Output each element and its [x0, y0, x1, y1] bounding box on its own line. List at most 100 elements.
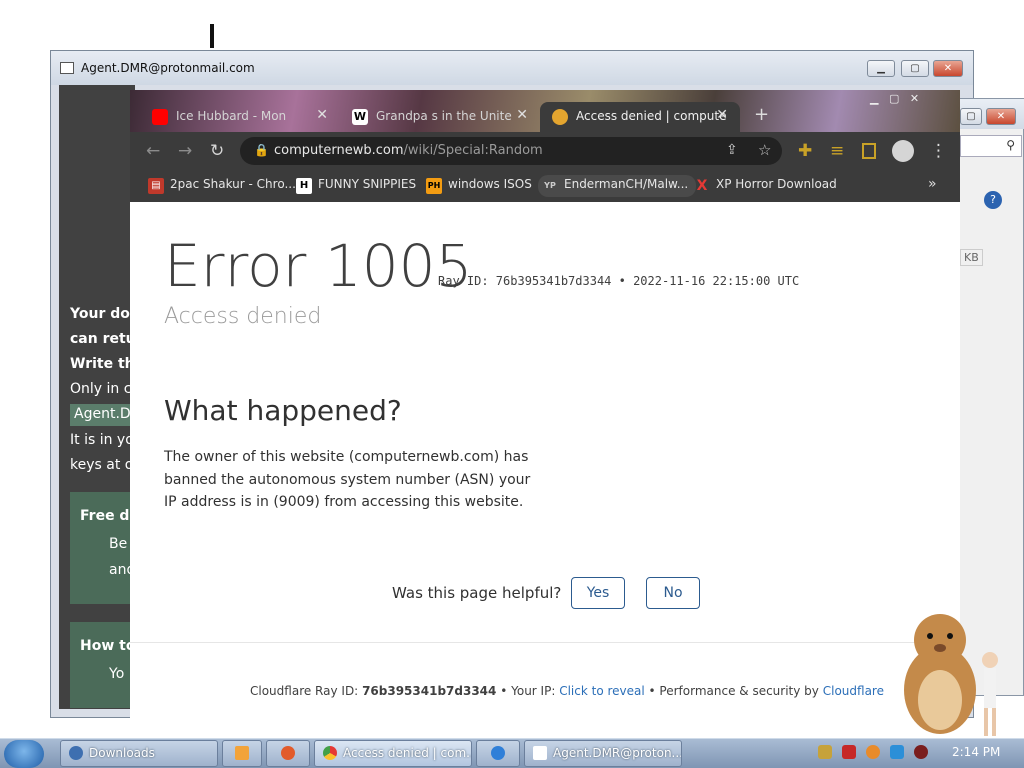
taskbar-item-active[interactable]: Access denied | com...: [314, 740, 472, 767]
wikipedia-icon: W: [352, 109, 368, 125]
bookmark-star-icon[interactable]: ☆: [758, 141, 771, 159]
menu-icon[interactable]: ⋮: [930, 141, 947, 161]
close-tab-icon[interactable]: ✕: [516, 107, 528, 123]
tray-icon[interactable]: [914, 745, 928, 759]
how-to-box: How to Yo: [70, 622, 132, 708]
chrome-icon: [323, 746, 337, 760]
x-icon: X: [696, 178, 708, 194]
bookmarks-bar: ▤ 2pac Shakur - Chro... H FUNNY SNIPPIES P…: [130, 170, 960, 202]
url-path: /wiki/Special:Random: [403, 143, 543, 158]
bookmark[interactable]: X XP Horror Download: [694, 177, 837, 197]
bookmark-label: XP Horror Download: [716, 177, 837, 191]
bookmark-label: EndermanCH/Malw...: [564, 177, 689, 191]
size-label: KB: [960, 249, 983, 266]
youtube-icon: [152, 109, 168, 125]
h-icon: H: [296, 178, 312, 194]
media-icon[interactable]: ≡: [830, 141, 844, 161]
taskbar: Downloads Access denied | com... Agent.D…: [0, 738, 1024, 768]
url-host: computernewb.com: [274, 143, 404, 158]
tab-strip: Ice Hubbard - Mon ✕ W Grandpa s in the U…: [130, 90, 960, 132]
window-controls[interactable]: ▁ ▢ ✕: [870, 92, 919, 105]
bookmark[interactable]: H FUNNY SNIPPIES: [296, 177, 416, 197]
tray-icon[interactable]: [842, 745, 856, 759]
close-button[interactable]: ✕: [933, 60, 963, 77]
taskbar-label: Agent.DMR@proton...: [553, 746, 682, 760]
ph-icon: PH: [426, 178, 442, 194]
app-icon: [281, 746, 295, 760]
bookmark-label: windows ISOS: [448, 177, 532, 191]
bookmarks-overflow[interactable]: »: [928, 176, 937, 192]
note-line: Your do: [70, 306, 130, 322]
help-icon[interactable]: ?: [984, 191, 1002, 209]
reload-icon[interactable]: ↻: [210, 141, 224, 161]
tray-icon[interactable]: [890, 745, 904, 759]
tab[interactable]: W Grandpa s in the Unite ✕: [340, 102, 540, 132]
search-input[interactable]: ⚲: [960, 135, 1022, 157]
taskbar-item[interactable]: Agent.DMR@proton...: [524, 740, 682, 767]
tab-active[interactable]: Access denied | compute ✕: [540, 102, 740, 132]
tab-label: Access denied | compute: [576, 109, 727, 123]
profile-icon[interactable]: [892, 140, 914, 162]
bookmark-label: FUNNY SNIPPIES: [318, 177, 417, 191]
bookmark-label: 2pac Shakur - Chro...: [170, 177, 296, 191]
note-line: can retu: [70, 331, 136, 347]
note-line: Write th: [70, 356, 135, 372]
box-title: Free d: [80, 508, 130, 524]
divider: [130, 642, 960, 643]
start-button[interactable]: [4, 740, 44, 768]
toolbar: ← → ↻ 🔒 computernewb.com/wiki/Special:Ra…: [130, 132, 960, 170]
window-icon: [60, 62, 74, 74]
taskbar-item[interactable]: Downloads: [60, 740, 218, 767]
footer-ip-label: • Your IP:: [500, 684, 556, 698]
bookmark-hovered[interactable]: YP EndermanCH/Malw...: [538, 175, 697, 197]
explanation-text: The owner of this website (computernewb.…: [164, 449, 531, 510]
taskbar-item[interactable]: [266, 740, 310, 767]
window-icon: [533, 746, 547, 760]
share-icon[interactable]: ⇪: [726, 142, 738, 158]
hamster-mascot: [904, 614, 998, 736]
side-panel-icon[interactable]: [862, 143, 876, 159]
close-button[interactable]: ✕: [986, 108, 1016, 125]
footer-ray-label: Cloudflare Ray ID:: [250, 684, 359, 698]
yp-icon: YP: [544, 181, 556, 190]
box-line: Yo: [109, 666, 125, 682]
error-title: Error 1005: [164, 232, 473, 300]
chrome-window[interactable]: Ice Hubbard - Mon ✕ W Grandpa s in the U…: [130, 90, 960, 740]
box-line: Be: [109, 536, 128, 552]
cloudflare-link[interactable]: Cloudflare: [823, 684, 884, 698]
maximize-button[interactable]: ▢: [901, 60, 929, 77]
error-subtitle: Access denied: [164, 304, 322, 329]
tab-label: Grandpa s in the Unite: [376, 109, 512, 123]
bookmark[interactable]: PH windows ISOS: [426, 177, 532, 197]
bookmark[interactable]: ▤ 2pac Shakur - Chro...: [148, 177, 296, 197]
close-tab-icon[interactable]: ✕: [716, 107, 728, 123]
reveal-ip-link[interactable]: Click to reveal: [559, 684, 645, 698]
free-decrypt-box: Free d Be and: [70, 492, 132, 604]
new-tab-button[interactable]: +: [754, 104, 769, 125]
taskbar-item[interactable]: [476, 740, 520, 767]
maximize-button[interactable]: ▢: [960, 108, 982, 125]
minimize-button[interactable]: ▁: [867, 60, 895, 77]
helpful-question: Was this page helpful?: [392, 584, 562, 602]
url-text[interactable]: computernewb.com/wiki/Special:Random: [274, 143, 543, 158]
back-icon[interactable]: ←: [146, 141, 160, 161]
email-pill: Agent.D: [70, 404, 132, 426]
media-player-icon: [235, 746, 249, 760]
taskbar-label: Access denied | com...: [343, 746, 472, 760]
address-bar[interactable]: 🔒 computernewb.com/wiki/Special:Random ⇪…: [240, 137, 782, 165]
no-button[interactable]: No: [646, 577, 700, 609]
yes-button[interactable]: Yes: [571, 577, 625, 609]
background-window-titlebar[interactable]: Agent.DMR@protonmail.com ▁ ▢ ✕: [51, 51, 973, 85]
tray-icon[interactable]: [818, 745, 832, 759]
forward-icon[interactable]: →: [178, 141, 192, 161]
extensions-icon[interactable]: ✚: [798, 141, 812, 161]
close-tab-icon[interactable]: ✕: [316, 107, 328, 123]
tab[interactable]: Ice Hubbard - Mon ✕: [140, 102, 340, 132]
footer-ray-id: 76b395341b7d3344: [362, 684, 497, 698]
taskbar-item[interactable]: [222, 740, 262, 767]
explorer-titlebar[interactable]: ▢ ✕: [956, 99, 1024, 129]
note-line: keys at o: [70, 457, 134, 473]
tray-icon[interactable]: [866, 745, 880, 759]
tab-label: Ice Hubbard - Mon: [176, 109, 287, 123]
clock[interactable]: 2:14 PM: [952, 745, 1000, 759]
